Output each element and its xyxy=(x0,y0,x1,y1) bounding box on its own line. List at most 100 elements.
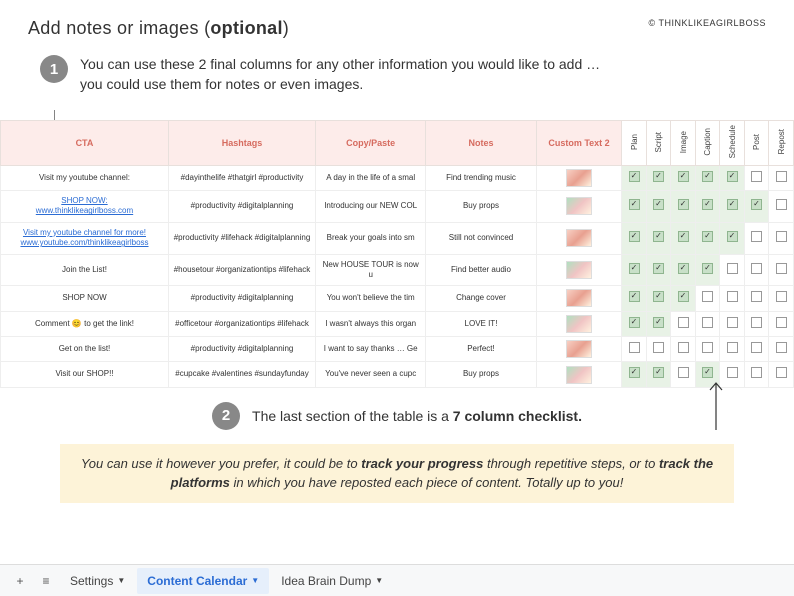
checkbox-cell[interactable] xyxy=(744,337,769,362)
cell-notes[interactable]: Still not convinced xyxy=(426,222,536,254)
checkbox-cell[interactable] xyxy=(646,337,671,362)
checkbox-cell[interactable] xyxy=(671,222,696,254)
checkbox-cell[interactable] xyxy=(720,165,745,190)
checkbox-cell[interactable] xyxy=(671,286,696,311)
checkbox-cell[interactable] xyxy=(622,190,647,222)
checkbox-cell[interactable] xyxy=(695,337,720,362)
add-sheet-icon[interactable]: + xyxy=(8,569,32,593)
checkbox-cell[interactable] xyxy=(695,190,720,222)
tab-content-calendar[interactable]: Content Calendar▼ xyxy=(137,568,269,594)
checkbox-cell[interactable] xyxy=(646,190,671,222)
checkbox-cell[interactable] xyxy=(695,311,720,336)
checkbox-cell[interactable] xyxy=(769,222,794,254)
checkbox-cell[interactable] xyxy=(646,286,671,311)
checkbox-cell[interactable] xyxy=(695,286,720,311)
cell-copypaste[interactable]: You won't believe the tim xyxy=(316,286,426,311)
cell-cta[interactable]: Visit my youtube channel for more!www.yo… xyxy=(1,222,169,254)
checkbox-cell[interactable] xyxy=(695,165,720,190)
cell-copypaste[interactable]: A day in the life of a smal xyxy=(316,165,426,190)
cell-cta[interactable]: Visit our SHOP!! xyxy=(1,362,169,387)
cell-copypaste[interactable]: Break your goals into sm xyxy=(316,222,426,254)
checkbox-cell[interactable] xyxy=(622,222,647,254)
checkbox-cell[interactable] xyxy=(720,286,745,311)
checkbox-cell[interactable] xyxy=(769,286,794,311)
cell-cta[interactable]: Comment 😊 to get the link! xyxy=(1,311,169,336)
checkbox-cell[interactable] xyxy=(622,165,647,190)
cell-hashtags[interactable]: #cupcake #valentines #sundayfunday xyxy=(168,362,315,387)
checkbox-cell[interactable] xyxy=(720,337,745,362)
checkbox-cell[interactable] xyxy=(671,362,696,387)
cell-copypaste[interactable]: I wasn't always this organ xyxy=(316,311,426,336)
checkbox-cell[interactable] xyxy=(720,311,745,336)
cell-custom-image[interactable] xyxy=(536,165,622,190)
checkbox-cell[interactable] xyxy=(646,362,671,387)
checkbox-cell[interactable] xyxy=(646,254,671,286)
checkbox-cell[interactable] xyxy=(671,337,696,362)
checkbox-cell[interactable] xyxy=(622,254,647,286)
checkbox-cell[interactable] xyxy=(646,222,671,254)
checkbox-cell[interactable] xyxy=(769,254,794,286)
checkbox-cell[interactable] xyxy=(720,222,745,254)
checkbox-cell[interactable] xyxy=(622,337,647,362)
cell-notes[interactable]: Buy props xyxy=(426,190,536,222)
cell-custom-image[interactable] xyxy=(536,254,622,286)
cell-custom-image[interactable] xyxy=(536,286,622,311)
cell-hashtags[interactable]: #housetour #organizationtips #lifehack xyxy=(168,254,315,286)
checkbox-cell[interactable] xyxy=(769,190,794,222)
cell-notes[interactable]: Buy props xyxy=(426,362,536,387)
checkbox-cell[interactable] xyxy=(720,190,745,222)
cell-custom-image[interactable] xyxy=(536,190,622,222)
checkbox-cell[interactable] xyxy=(720,254,745,286)
checkbox-cell[interactable] xyxy=(744,165,769,190)
cell-hashtags[interactable]: #dayinthelife #thatgirl #productivity xyxy=(168,165,315,190)
checkbox-cell[interactable] xyxy=(744,362,769,387)
cell-hashtags[interactable]: #productivity #lifehack #digitalplanning xyxy=(168,222,315,254)
cell-copypaste[interactable]: New HOUSE TOUR is now u xyxy=(316,254,426,286)
cell-hashtags[interactable]: #productivity #digitalplanning xyxy=(168,337,315,362)
cell-hashtags[interactable]: #productivity #digitalplanning xyxy=(168,190,315,222)
checkbox-cell[interactable] xyxy=(622,286,647,311)
checkbox-cell[interactable] xyxy=(671,165,696,190)
cell-cta[interactable]: Join the List! xyxy=(1,254,169,286)
checkbox-cell[interactable] xyxy=(744,222,769,254)
tab-idea-brain-dump[interactable]: Idea Brain Dump▼ xyxy=(271,568,393,594)
checkbox-cell[interactable] xyxy=(769,362,794,387)
checkbox-cell[interactable] xyxy=(744,286,769,311)
checkbox-cell[interactable] xyxy=(671,311,696,336)
all-sheets-icon[interactable]: ≡ xyxy=(34,569,58,593)
cell-copypaste[interactable]: I want to say thanks … Ge xyxy=(316,337,426,362)
checkbox-cell[interactable] xyxy=(720,362,745,387)
checkbox-cell[interactable] xyxy=(671,254,696,286)
checkbox-cell[interactable] xyxy=(695,362,720,387)
cell-notes[interactable]: LOVE IT! xyxy=(426,311,536,336)
cell-copypaste[interactable]: Introducing our NEW COL xyxy=(316,190,426,222)
cell-hashtags[interactable]: #productivity #digitalplanning xyxy=(168,286,315,311)
tab-settings[interactable]: Settings▼ xyxy=(60,568,135,594)
checkbox-cell[interactable] xyxy=(744,254,769,286)
checkbox-cell[interactable] xyxy=(671,190,696,222)
checkbox-cell[interactable] xyxy=(769,337,794,362)
cell-custom-image[interactable] xyxy=(536,362,622,387)
cell-hashtags[interactable]: #officetour #organizationtips #lifehack xyxy=(168,311,315,336)
checkbox-cell[interactable] xyxy=(744,311,769,336)
checkbox-cell[interactable] xyxy=(769,165,794,190)
cell-cta[interactable]: Visit my youtube channel: xyxy=(1,165,169,190)
checkbox-cell[interactable] xyxy=(744,190,769,222)
cell-custom-image[interactable] xyxy=(536,222,622,254)
cell-copypaste[interactable]: You've never seen a cupc xyxy=(316,362,426,387)
checkbox-cell[interactable] xyxy=(646,311,671,336)
checkbox-cell[interactable] xyxy=(646,165,671,190)
cell-notes[interactable]: Perfect! xyxy=(426,337,536,362)
cell-custom-image[interactable] xyxy=(536,311,622,336)
cell-cta[interactable]: Get on the list! xyxy=(1,337,169,362)
checkbox-cell[interactable] xyxy=(622,362,647,387)
checkbox-cell[interactable] xyxy=(622,311,647,336)
cell-notes[interactable]: Find better audio xyxy=(426,254,536,286)
cell-notes[interactable]: Find trending music xyxy=(426,165,536,190)
cell-cta[interactable]: SHOP NOW:www.thinklikeagirlboss.com xyxy=(1,190,169,222)
cell-notes[interactable]: Change cover xyxy=(426,286,536,311)
checkbox-cell[interactable] xyxy=(695,254,720,286)
checkbox-cell[interactable] xyxy=(695,222,720,254)
cell-cta[interactable]: SHOP NOW xyxy=(1,286,169,311)
cell-custom-image[interactable] xyxy=(536,337,622,362)
